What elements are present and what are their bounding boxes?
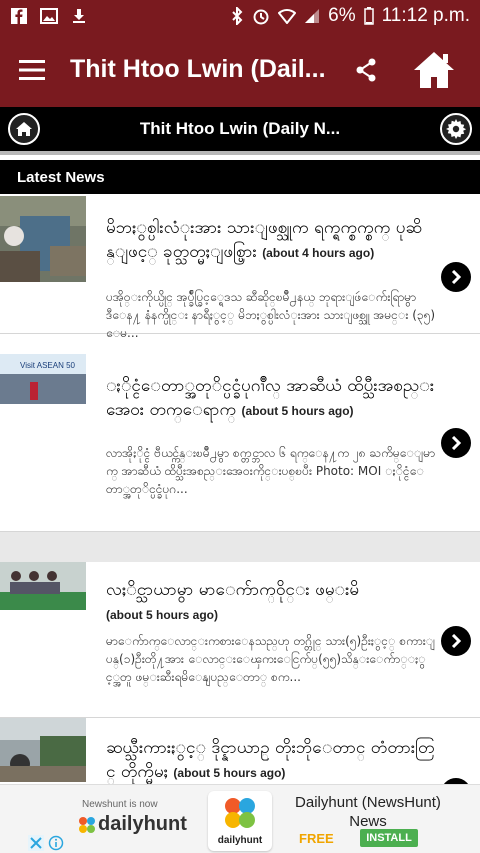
download-icon [73,9,85,23]
ad-app-label: dailyhunt [217,835,263,846]
gear-icon [446,119,466,139]
news-item[interactable]: Visit ASEAN 50 ႏိုင္ငံေတာ္အတုိင္ပင္ခံပုဂ… [0,354,480,532]
ad-brand-text: dailyhunt [98,813,187,835]
news-title[interactable]: ႏိုင္ငံေတာ္အတုိင္ပင္ခံပုဂၢိဳလ္ အာဆီယံ ထိ… [106,374,436,423]
news-title-text: လႈိင္သာယာမွာ မာေက်ာက္ဝိုင္း ဖမ္းမိ [106,580,360,600]
home-icon [414,51,454,88]
news-thumbnail [0,718,86,782]
dailyhunt-app-icon [225,798,255,828]
chevron-right-icon [451,436,462,450]
sub-home-circle [8,113,40,145]
home-button[interactable] [394,32,474,107]
hamburger-menu-icon [19,59,45,80]
ad-price: FREE [299,831,334,846]
news-excerpt: ပအိုဝ္းကိုယ္ပိုင္ အုပ္ခ်ဳပ္ခြင့္ရေဒသ ဆီဆ… [106,290,436,340]
news-excerpt: လာအိုႏိုင္ငံ ဗီယင္က်န္းၿမိဳ႕မွာ စက္တင္ဘာ… [106,446,436,496]
news-list[interactable]: မိဘႏွစ္ပါးလံုးအား သားျဖစ္သူက ရက္ရက္စက္စက… [0,194,480,784]
ad-brand-caption: Newshunt is now [82,799,158,810]
settings-button[interactable] [434,107,478,151]
sub-home-button[interactable] [2,107,46,151]
signal-icon [305,9,320,23]
chevron-right-icon [451,634,462,648]
facebook-icon [11,8,27,24]
secondary-toolbar: Thit Htoo Lwin (Daily N... [0,107,480,151]
ad-close-icon[interactable] [28,835,44,851]
news-item[interactable]: မိဘႏွစ္ပါးလံုးအား သားျဖစ္သူက ရက္ရက္စက္စက… [0,194,480,340]
news-thumbnail: Visit ASEAN 50 [0,354,86,404]
news-photo: Visit ASEAN 50 [0,354,86,404]
toolbar-divider [0,151,480,155]
share-button[interactable] [338,32,394,107]
dailyhunt-logo-icon [79,816,95,833]
news-time: (about 5 hours ago) [106,608,218,622]
ad-banner[interactable]: Newshunt is now dailyhunt dailyhunt Dail… [0,784,480,853]
ad-app-icon[interactable]: dailyhunt [208,791,272,851]
settings-circle [440,113,472,145]
chevron-right-icon [451,270,462,284]
news-title[interactable]: မိဘႏွစ္ပါးလံုးအား သားျဖစ္သူက ရက္ရက္စက္စက… [106,216,436,265]
ad-brand-logo: dailyhunt [78,813,187,836]
home-icon [16,122,32,136]
list-separator [0,532,480,562]
news-thumbnail [0,196,86,282]
news-title[interactable]: ဆယ္သီးကားႏွင့္ ဒိုင္နာယာဥ္ တိုးဘိုေတာင္ … [106,736,436,784]
sub-title: Thit Htoo Lwin (Daily N... [139,119,341,138]
wifi-icon [278,9,297,24]
menu-button[interactable] [0,32,64,107]
ad-info-icon[interactable] [48,835,64,851]
battery-icon [363,7,374,25]
ad-title: Dailyhunt (NewsHunt) News [295,794,441,830]
bluetooth-icon [232,7,243,25]
open-article-button[interactable] [441,262,471,292]
news-item[interactable]: လႈိင္သာယာမွာ မာေက်ာက္ဝိုင္း ဖမ္းမိ (abou… [0,562,480,718]
news-time: (about 5 hours ago) [173,766,286,780]
news-time: (about 5 hours ago) [241,404,354,418]
status-bar: 6% 11:12 p.m. [0,0,480,32]
news-title[interactable]: လႈိင္သာယာမွာ မာေက်ာက္ဝိုင္း ဖမ္းမိ (abou… [106,578,436,627]
battery-percent: 6% [328,5,356,26]
status-time: 11:12 p.m. [381,5,470,26]
svg-text:Visit ASEAN 50: Visit ASEAN 50 [20,361,76,370]
news-photo [0,196,86,282]
ad-install-button[interactable]: INSTALL [360,829,418,847]
app-title: Thit Htoo Lwin (Dail... [70,55,326,83]
image-icon [40,8,58,24]
news-photo [0,718,86,782]
news-time: (about 4 hours ago) [262,246,375,260]
open-article-button[interactable] [441,626,471,656]
section-header-latest-news: Latest News [0,160,480,194]
alarm-icon [253,9,269,25]
open-article-button[interactable] [441,428,471,458]
news-excerpt: မာေက်ာက္ေလာင္းကစားေနသည္ဟု တဂ္တိုင္ သား(၅… [106,634,436,684]
news-photo [0,562,86,610]
share-icon [356,58,376,81]
news-thumbnail [0,562,86,610]
app-bar: Thit Htoo Lwin (Dail... [0,32,480,107]
news-item[interactable]: ဆယ္သီးကားႏွင့္ ဒိုင္နာယာဥ္ တိုးဘိုေတာင္ … [0,718,480,784]
